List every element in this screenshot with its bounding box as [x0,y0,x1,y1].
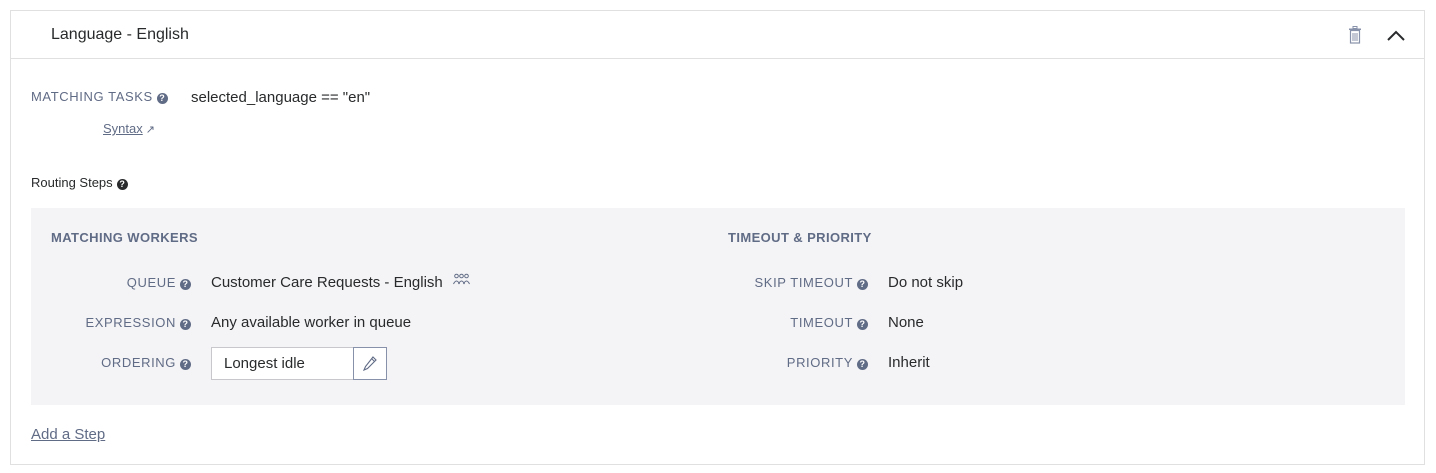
routing-steps-label: Routing Steps? [31,175,128,190]
matching-tasks-label: MATCHING TASKS? [31,89,168,104]
question-circle-icon[interactable]: ? [116,179,128,190]
skip-timeout-label-text: SKIP TIMEOUT [754,275,853,290]
queue-value-text: Customer Care Requests - English [211,274,443,291]
matching-tasks-label-text: MATCHING TASKS [31,89,153,104]
priority-value: Inherit [888,354,930,371]
ordering-value: Longest idle [224,355,305,372]
pencil-icon [363,356,377,371]
expression-label: EXPRESSION? [51,315,191,330]
ordering-edit-button[interactable] [353,347,387,380]
filter-header: Language - English [11,11,1424,59]
timeout-priority-heading: TIMEOUT & PRIORITY [728,230,872,245]
filter-panel: Language - English MATCHING TASKS? selec… [10,10,1425,465]
filter-title: Language - English [51,26,189,43]
syntax-link-label[interactable]: Syntax [103,121,143,136]
expression-label-text: EXPRESSION [85,315,176,330]
ordering-label: ORDERING? [51,355,191,370]
syntax-link[interactable]: Syntax ↗ [103,121,155,136]
question-circle-icon[interactable]: ? [180,359,191,370]
priority-label: PRIORITY? [728,355,868,370]
question-circle-icon[interactable]: ? [156,93,168,104]
question-circle-icon[interactable]: ? [857,319,868,330]
external-link-icon: ↗ [145,124,155,136]
question-circle-icon[interactable]: ? [857,279,868,290]
add-step-link[interactable]: Add a Step [31,426,105,443]
expression-value: Any available worker in queue [211,314,412,331]
routing-step: MATCHING WORKERS TIMEOUT & PRIORITY QUEU… [31,208,1405,405]
timeout-label-text: TIMEOUT [790,315,853,330]
question-circle-icon[interactable]: ? [180,319,191,330]
priority-label-text: PRIORITY [786,355,853,370]
skip-timeout-value: Do not skip [888,274,964,291]
people-icon [452,273,470,285]
timeout-label: TIMEOUT? [728,315,868,330]
matching-tasks-expression[interactable]: selected_language == "en" [191,89,370,106]
skip-timeout-label: SKIP TIMEOUT? [728,275,868,290]
queue-label: QUEUE? [51,275,191,290]
question-circle-icon[interactable]: ? [180,279,191,290]
ordering-label-text: ORDERING [101,355,176,370]
matching-workers-heading: MATCHING WORKERS [51,230,198,245]
chevron-up-icon[interactable] [1386,28,1406,42]
question-circle-icon[interactable]: ? [857,359,868,370]
timeout-value: None [888,314,924,331]
queue-value: Customer Care Requests - English [211,273,470,291]
queue-label-text: QUEUE [126,275,176,290]
routing-steps-label-text: Routing Steps [31,175,113,190]
trash-icon[interactable] [1348,26,1362,44]
ordering-field[interactable]: Longest idle [211,347,387,380]
